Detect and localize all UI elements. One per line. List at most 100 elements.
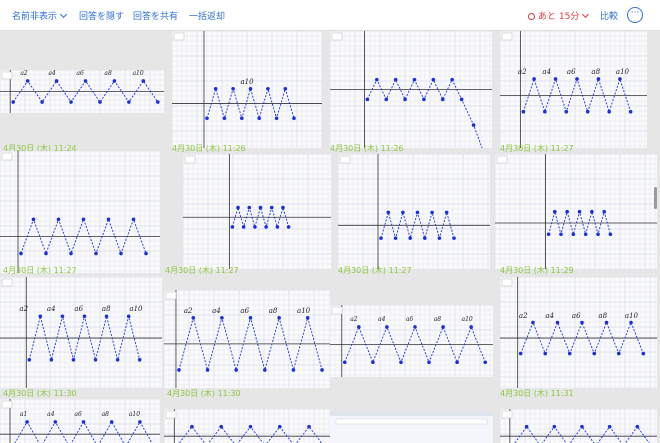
name-toggle-dropdown[interactable]: 名前非表示 xyxy=(12,9,68,22)
bulk-return-button[interactable]: 一括返却 xyxy=(189,9,225,22)
more-icon: ··· xyxy=(630,8,640,18)
sequence-point xyxy=(580,320,584,325)
answer-thumbnail[interactable] xyxy=(338,154,490,269)
answer-thumbnail[interactable] xyxy=(495,154,657,269)
answer-thumbnail[interactable]: a2 a4 a6 a8 a10 xyxy=(330,305,493,377)
submission-timestamp: 4月30日 (木) 11:27 xyxy=(165,266,239,275)
sequence-point xyxy=(292,116,296,121)
answer-thumbnail[interactable] xyxy=(0,151,160,273)
graph-plot xyxy=(0,277,162,388)
sequence-point xyxy=(234,368,238,372)
chevron-down-icon xyxy=(59,10,68,19)
submission-timestamp: 4月30日 (木) 11:27 xyxy=(3,266,77,275)
sequence-point xyxy=(607,109,611,114)
sequence-label: a2 xyxy=(517,67,527,76)
graph-plot xyxy=(183,154,331,269)
sequence-point xyxy=(546,232,551,237)
sequence-point xyxy=(596,77,601,81)
sequence-label: a10 xyxy=(128,410,141,418)
sequence-point xyxy=(553,77,558,81)
sequence-point xyxy=(241,225,246,229)
answer-thumbnail[interactable]: a2 a4 a6 a8 a10 xyxy=(164,290,330,388)
sequence-point xyxy=(81,420,86,424)
sequence-point xyxy=(385,325,389,329)
sequence-point xyxy=(430,210,434,215)
sequence-point xyxy=(483,360,488,365)
answer-thumbnail[interactable] xyxy=(164,409,330,443)
timer-dropdown[interactable]: あと 15分 xyxy=(528,9,590,22)
sequence-point xyxy=(230,225,235,229)
answer-thumbnail[interactable] xyxy=(500,409,657,443)
sequence-point xyxy=(11,100,15,104)
sequence-point xyxy=(137,358,142,362)
chevron-down-icon xyxy=(582,10,590,19)
sequence-point xyxy=(431,77,436,82)
answer-thumbnail[interactable]: a2 a4 a6 a8 a10 xyxy=(500,31,647,148)
sequence-labels: a2 a4 a6 a8 a10 xyxy=(330,316,493,323)
sequence-label: a4 xyxy=(378,315,386,323)
more-options-button[interactable]: ··· xyxy=(627,7,643,23)
sequence-point xyxy=(219,424,224,429)
answer-thumbnail[interactable]: a2 a4 a6 a8 a10 xyxy=(0,70,164,113)
sequence-point xyxy=(94,251,98,256)
answer-thumbnail[interactable]: a2 a4 a6 a8 a10 xyxy=(0,277,162,388)
sequence-point xyxy=(567,351,572,356)
sequence-point xyxy=(104,314,109,319)
graph-plot xyxy=(164,290,330,388)
sequence-point xyxy=(156,100,160,104)
sequence-point xyxy=(422,97,426,102)
sequence-point xyxy=(177,368,181,372)
sequence-point xyxy=(469,325,473,329)
sequence-point xyxy=(81,217,86,222)
sequence-label: a2 xyxy=(518,311,528,320)
sequence-point xyxy=(248,316,253,320)
sequence-point xyxy=(415,210,420,215)
graph-plot xyxy=(0,151,160,273)
compare-button[interactable]: 比較 xyxy=(600,9,618,22)
sequence-point xyxy=(471,123,476,127)
answer-thumbnail[interactable]: a2 a4 a6 a8 a10 xyxy=(500,277,657,388)
sequence-label: a4 xyxy=(47,410,55,418)
sequence-point xyxy=(401,210,405,215)
sequence-point xyxy=(115,358,120,362)
sequence-point xyxy=(56,217,61,222)
sequence-point xyxy=(320,368,324,372)
submission-timestamp: 4月30日 (木) 11:31 xyxy=(500,389,574,398)
toolbar: 名前非表示 回答を隠す 回答を共有 一括返却 あと 15分 比較 ··· xyxy=(0,0,660,31)
scrollbar[interactable] xyxy=(654,187,657,209)
graph-plot xyxy=(0,399,160,443)
sequence-point xyxy=(112,79,117,83)
timer-label: あと 15分 xyxy=(538,12,580,22)
sequence-point xyxy=(69,251,73,256)
sequence-point xyxy=(555,320,560,325)
sequence-label: a6 xyxy=(74,410,82,418)
sequence-point xyxy=(532,77,536,81)
answer-thumbnail[interactable]: a10 xyxy=(172,31,322,148)
sequence-point xyxy=(71,358,76,362)
sequence-point xyxy=(38,314,43,319)
submission-timestamp: 4月30日 (木) 11:26 xyxy=(330,144,404,153)
sequence-point xyxy=(131,217,136,222)
hide-answers-button[interactable]: 回答を隠す xyxy=(79,9,124,22)
sequence-point xyxy=(450,77,454,82)
sequence-label: a8 xyxy=(591,67,601,76)
sequence-point xyxy=(266,86,270,91)
share-answers-button[interactable]: 回答を共有 xyxy=(133,9,178,22)
answer-thumbnail[interactable] xyxy=(330,411,493,443)
sequence-point xyxy=(236,205,240,210)
sequence-labels: a2 a4 a6 a8 a10 xyxy=(500,312,657,320)
sequence-point xyxy=(641,351,646,356)
sequence-label: a6 xyxy=(405,315,414,323)
submission-timestamp: 4月30日 (木) 11:26 xyxy=(172,144,246,153)
sequence-point xyxy=(413,325,417,329)
sequence-point xyxy=(305,316,310,320)
answer-thumbnail[interactable] xyxy=(183,154,331,269)
answer-thumbnail[interactable] xyxy=(330,31,492,148)
answer-thumbnail[interactable]: a1 a4 a6 a8 a10 xyxy=(0,399,160,443)
sequence-point xyxy=(408,236,412,240)
sequence-label: a10 xyxy=(461,315,473,323)
sequence-point xyxy=(393,77,398,82)
graph-plot xyxy=(330,31,492,148)
sequence-label: a6 xyxy=(76,70,84,77)
sequence-label: a10 xyxy=(615,67,630,76)
